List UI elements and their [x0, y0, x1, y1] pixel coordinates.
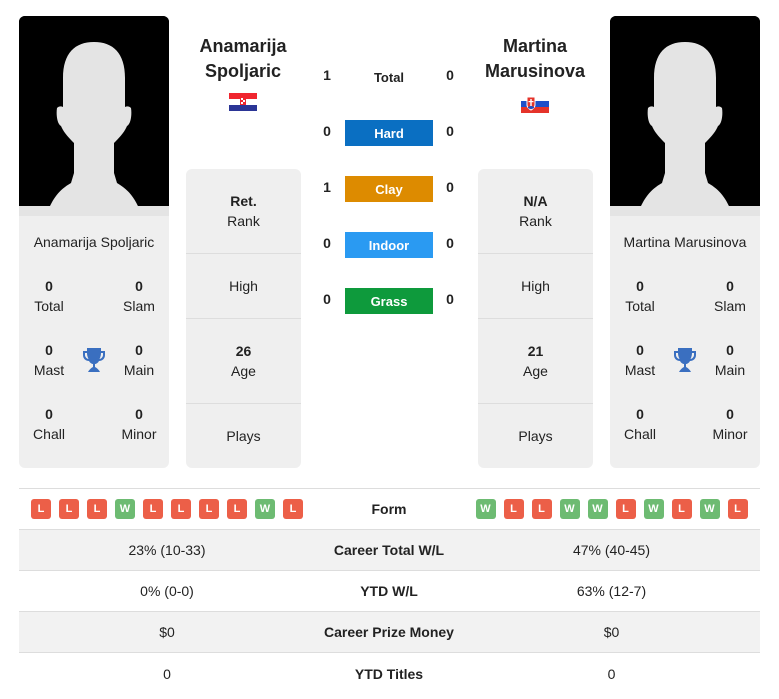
croatia-flag-icon [229, 93, 257, 111]
trophy-icon [674, 348, 696, 372]
player2-chall-titles: 0 Chall [624, 406, 656, 442]
player2-career-total-wl: 47% (40-45) [572, 542, 651, 558]
form-result-badge[interactable]: L [503, 499, 524, 519]
player2-info-panel: N/A Rank High 21 Age Plays [478, 169, 593, 468]
surface-hard-badge[interactable]: Hard [345, 120, 433, 146]
player2-name[interactable]: Martina Marusinova [470, 34, 600, 84]
form-result-badge[interactable]: W [115, 499, 135, 519]
surface-clay-badge[interactable]: Clay [345, 176, 433, 202]
form-result-badge[interactable]: L [283, 499, 303, 519]
player1-main-titles: 0 Main [123, 342, 155, 378]
player1-photo [19, 16, 169, 216]
player2-ytd-titles: 0 [607, 665, 616, 682]
player1-slam-titles: 0 Slam [123, 278, 155, 314]
form-result-badge[interactable]: L [727, 499, 748, 519]
player2-minor-titles: 0 Minor [712, 406, 748, 442]
player1-mast-titles: 0 Mast [33, 342, 65, 378]
player1-career-prize-money: $0 [159, 624, 175, 640]
ytd-wl-label: YTD W/L [360, 583, 418, 599]
silhouette-icon [19, 16, 169, 216]
player1-full-name: Anamarija Spoljaric [33, 234, 155, 250]
player1-age: 26 Age [186, 319, 301, 404]
h2h-total-row: 1 Total 0 [315, 64, 465, 90]
player1-plays: Plays [226, 428, 261, 444]
surface-indoor-badge[interactable]: Indoor [345, 232, 433, 258]
player2-slam-titles: 0 Slam [714, 278, 746, 314]
career-total-wl-row: 23% (10-33) Career Total W/L 47% (40-45) [19, 530, 760, 571]
h2h-clay-row: 1 Clay 0 [315, 176, 465, 202]
form-result-badge[interactable]: W [255, 499, 275, 519]
player2-main-titles: 0 Main [714, 342, 746, 378]
h2h-hard-row: 0 Hard 0 [315, 120, 465, 146]
form-result-badge[interactable]: W [643, 499, 664, 519]
h2h-grass-row: 0 Grass 0 [315, 288, 465, 314]
form-result-badge[interactable]: L [227, 499, 247, 519]
form-result-badge[interactable]: L [671, 499, 692, 519]
silhouette-icon [610, 16, 760, 216]
player2-photo [610, 16, 760, 216]
career-prize-money-row: $0 Career Prize Money $0 [19, 612, 760, 653]
player2-full-name: Martina Marusinova [623, 234, 747, 250]
player1-name[interactable]: Anamarija Spoljaric [178, 34, 308, 84]
trophy-icon [83, 348, 105, 372]
form-result-badge[interactable]: W [475, 499, 496, 519]
form-result-badge[interactable]: L [531, 499, 552, 519]
form-result-badge[interactable]: W [699, 499, 720, 519]
form-label: Form [371, 501, 407, 517]
form-row: LLLWLLLLWL Form WLLWWLWLWL [19, 489, 760, 530]
player1-rank: Ret. Rank [186, 169, 301, 254]
form-result-badge[interactable]: L [199, 499, 219, 519]
player2-high: High [478, 254, 593, 319]
player1-info-panel: Ret. Rank High 26 Age Plays [186, 169, 301, 468]
h2h-total-label: Total [373, 69, 405, 85]
form-result-badge[interactable]: L [615, 499, 636, 519]
player1-career-total-wl: 23% (10-33) [128, 542, 206, 558]
ytd-titles-label: YTD Titles [354, 665, 424, 682]
h2h-indoor-row: 0 Indoor 0 [315, 232, 465, 258]
player1-form: LLLWLLLLWL [19, 499, 315, 519]
ytd-titles-row: 0 YTD Titles 0 [19, 653, 760, 694]
ytd-wl-row: 0% (0-0) YTD W/L 63% (12-7) [19, 571, 760, 612]
player1-chall-titles: 0 Chall [33, 406, 65, 442]
player2-total-titles: 0 Total [625, 278, 655, 314]
form-result-badge[interactable]: L [143, 499, 163, 519]
player1-total-titles: 0 Total [34, 278, 64, 314]
player2-form: WLLWWLWLWL [463, 499, 760, 519]
player2-age: 21 Age [478, 319, 593, 404]
player2-rank: N/A Rank [478, 169, 593, 254]
form-result-badge[interactable]: L [59, 499, 79, 519]
player1-titles-card: Anamarija Spoljaric 0 Total 0 Slam 0 Mast 0… [19, 216, 169, 468]
player2-career-prize-money: $0 [603, 624, 620, 640]
surface-grass-badge[interactable]: Grass [345, 288, 433, 314]
player1-ytd-titles: 0 [163, 665, 171, 682]
player2-plays: Plays [518, 428, 553, 444]
form-result-badge[interactable]: W [559, 499, 580, 519]
career-prize-money-label: Career Prize Money [324, 624, 454, 640]
form-result-badge[interactable]: W [587, 499, 608, 519]
form-result-badge[interactable]: L [87, 499, 107, 519]
comparison-table: LLLWLLLLWL Form WLLWWLWLWL 23% (10-33) C… [19, 488, 760, 694]
form-result-badge[interactable]: L [31, 499, 51, 519]
player1-high: High [186, 254, 301, 319]
player1-ytd-wl: 0% (0-0) [140, 583, 194, 599]
form-result-badge[interactable]: L [171, 499, 191, 519]
slovakia-flag-icon [521, 95, 549, 113]
player2-mast-titles: 0 Mast [624, 342, 656, 378]
player2-ytd-wl: 63% (12-7) [576, 583, 647, 599]
player1-minor-titles: 0 Minor [121, 406, 157, 442]
career-total-wl-label: Career Total W/L [333, 542, 445, 558]
player2-titles-card: Martina Marusinova 0 Total 0 Slam 0 Mast 0M… [610, 216, 760, 468]
